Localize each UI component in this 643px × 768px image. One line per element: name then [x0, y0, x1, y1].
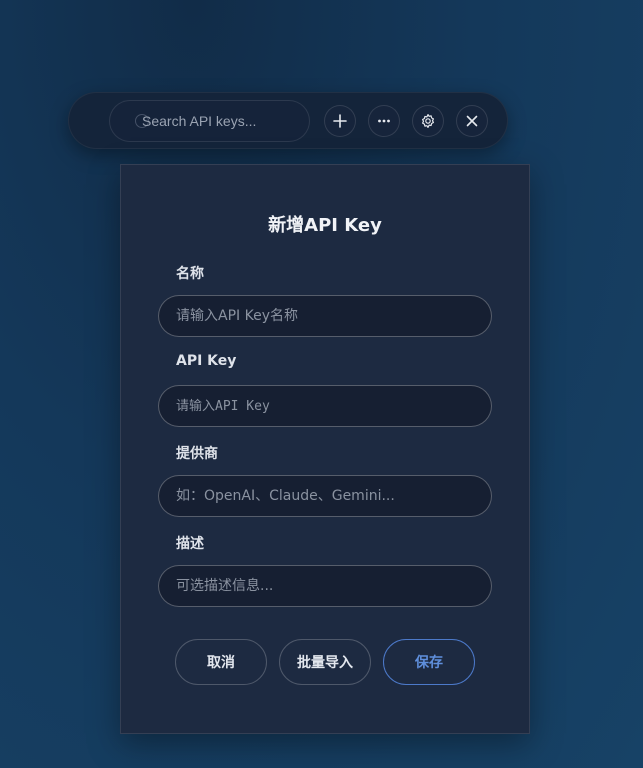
name-label: 名称 — [176, 266, 204, 282]
save-button[interactable]: 保存 — [383, 639, 475, 685]
dialog-title: 新增API Key — [268, 215, 382, 236]
add-api-key-dialog: 新增API Key 名称 API Key 提供商 描述 取消 批量导入 保存 — [120, 164, 530, 734]
provider-label: 提供商 — [176, 446, 218, 462]
search-input[interactable] — [142, 111, 302, 131]
name-field[interactable] — [158, 295, 492, 337]
api-key-label: API Key — [176, 353, 237, 369]
more-icon — [378, 119, 390, 123]
bulk-import-button[interactable]: 批量导入 — [279, 639, 371, 685]
gear-icon — [422, 114, 434, 128]
description-field[interactable] — [158, 565, 492, 607]
search-box[interactable] — [109, 100, 310, 142]
api-key-field[interactable] — [158, 385, 492, 427]
close-button[interactable] — [456, 105, 488, 137]
add-button[interactable] — [324, 105, 356, 137]
description-label: 描述 — [176, 536, 204, 552]
toolbar — [68, 92, 508, 149]
settings-button[interactable] — [412, 105, 444, 137]
plus-icon — [333, 114, 347, 128]
cancel-button[interactable]: 取消 — [175, 639, 267, 685]
more-button[interactable] — [368, 105, 400, 137]
close-icon — [466, 115, 478, 127]
provider-field[interactable] — [158, 475, 492, 517]
